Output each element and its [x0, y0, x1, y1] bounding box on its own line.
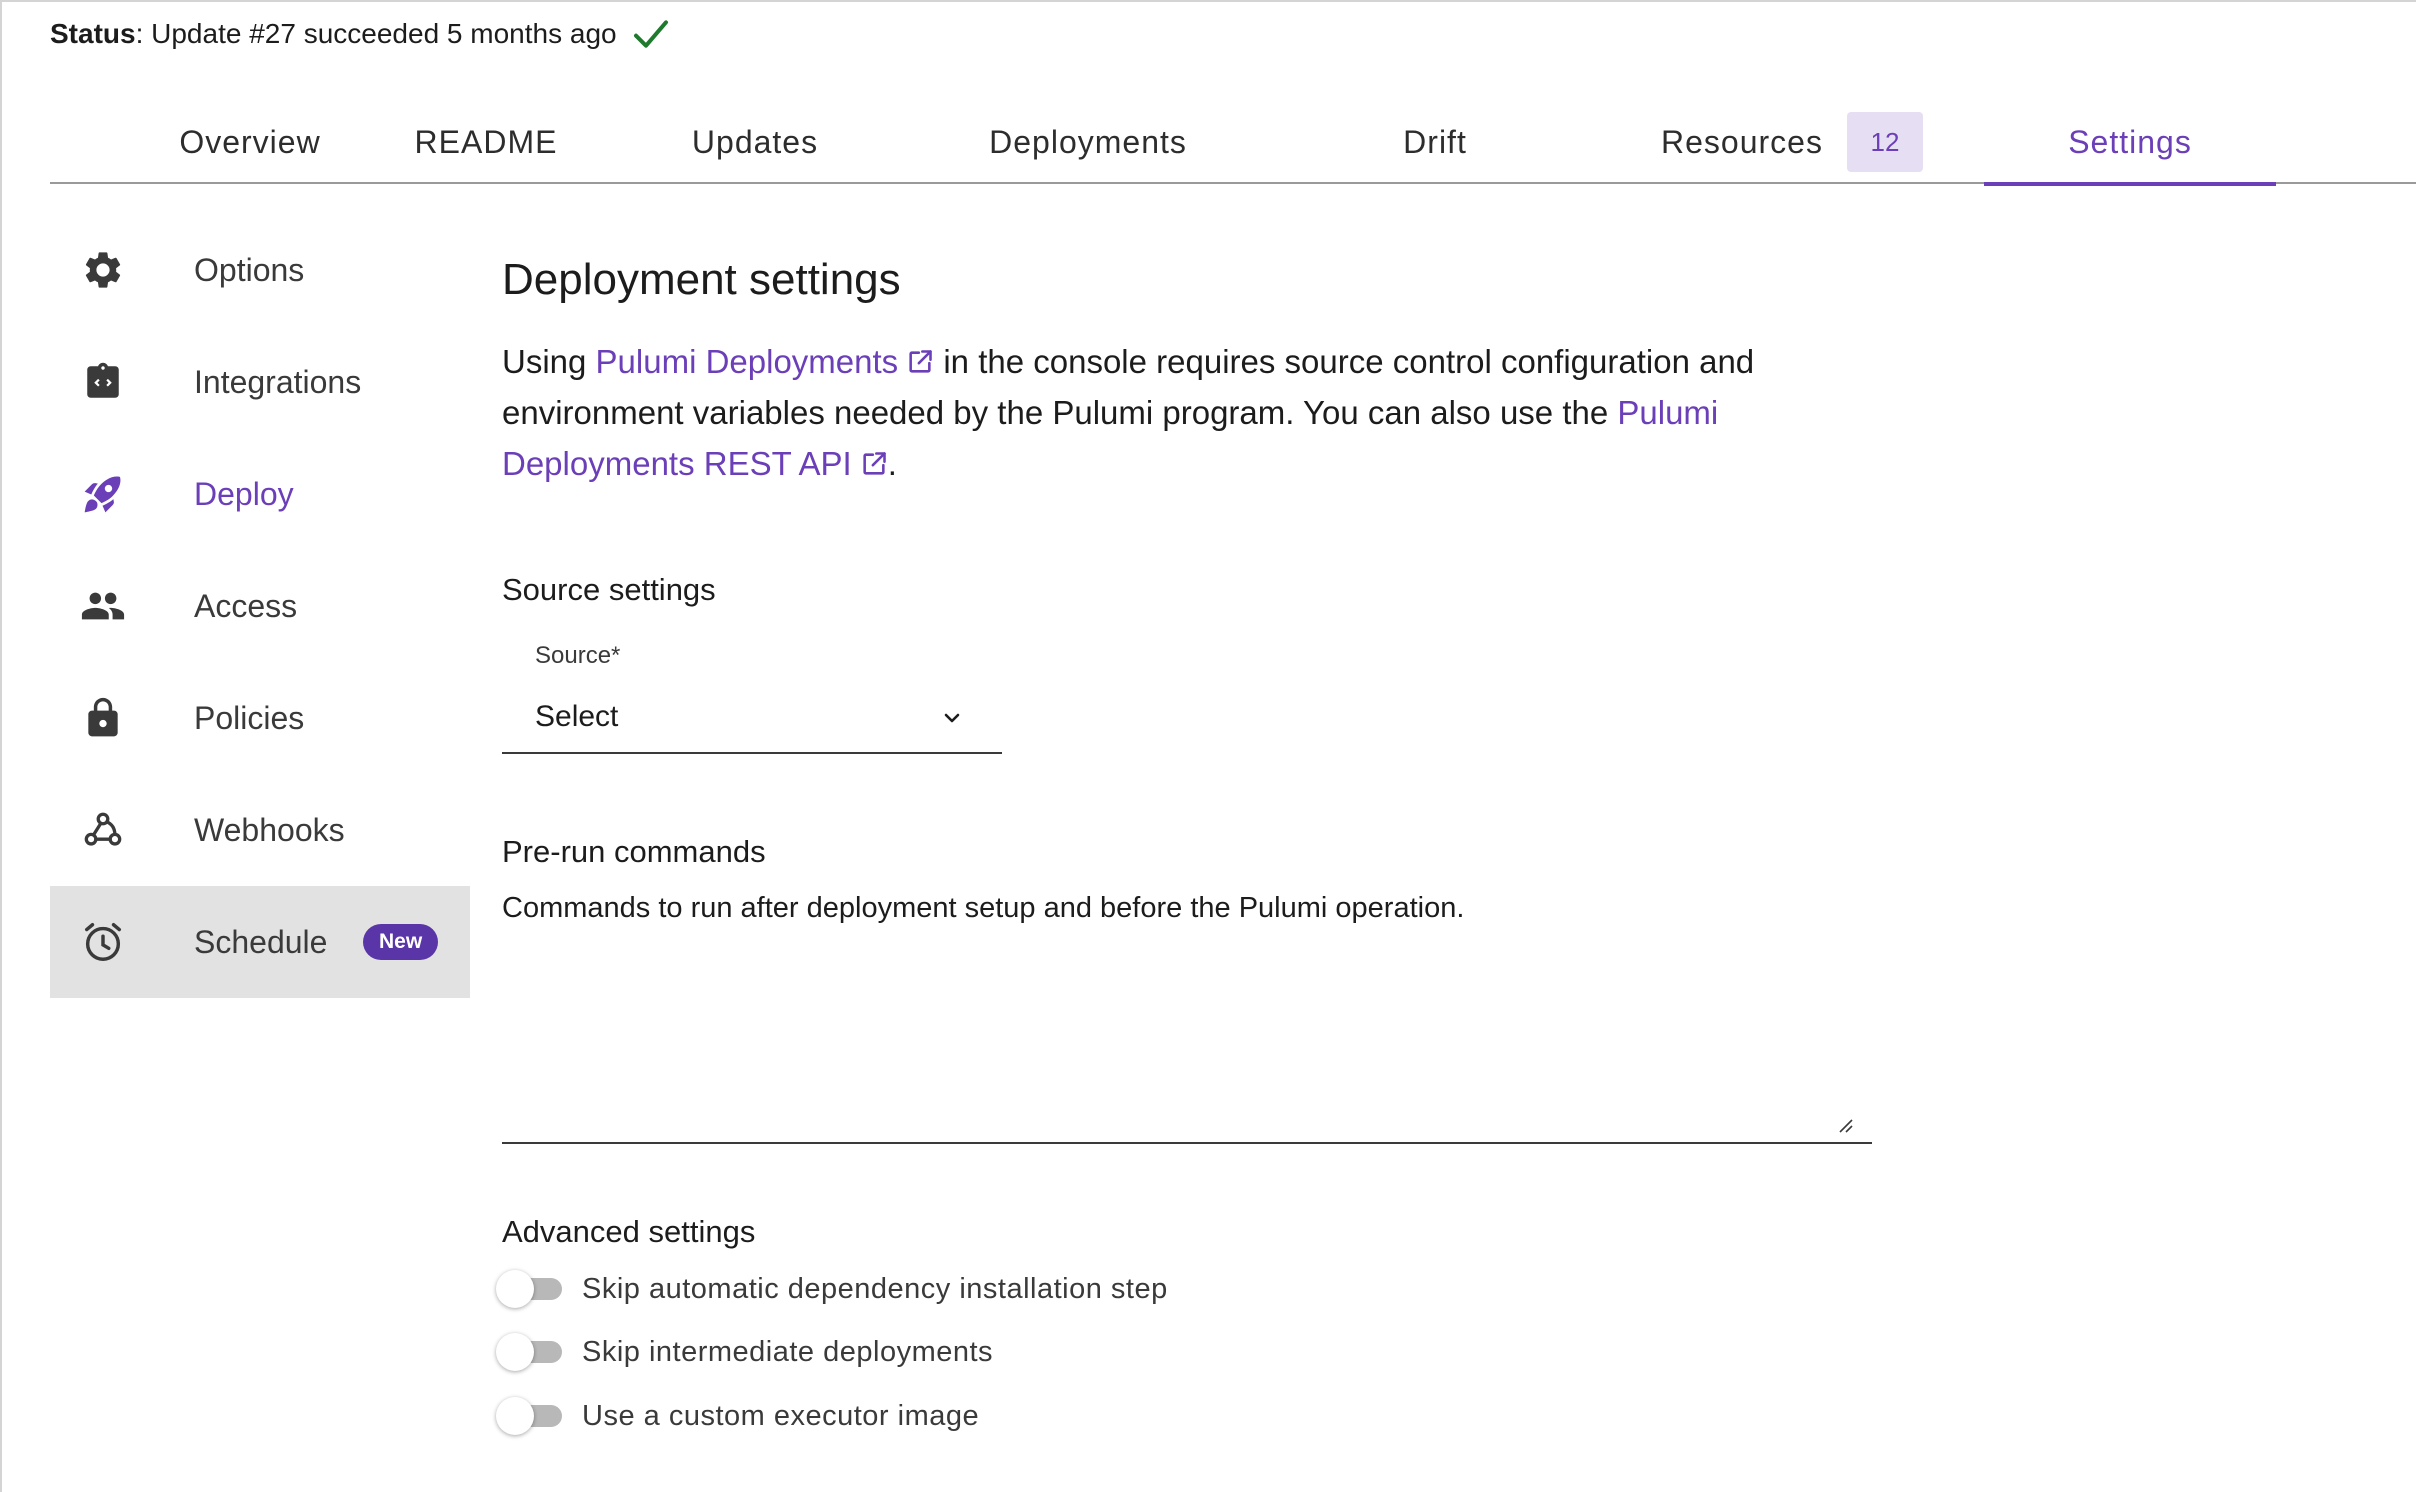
- skip-intermediate-deployments-toggle[interactable]: Skip intermediate deployments: [496, 1330, 993, 1374]
- sidebar-item-policies[interactable]: Policies: [50, 662, 470, 774]
- toggle-label: Skip automatic dependency installation s…: [582, 1272, 1168, 1305]
- intro-paragraph: Using Pulumi Deployments in the console …: [502, 336, 1902, 489]
- advanced-settings-title: Advanced settings: [502, 1214, 756, 1249]
- sidebar-item-label: Options: [194, 251, 305, 288]
- settings-sidebar: Options Integrations Deploy Access Polic…: [50, 214, 470, 998]
- status-line: Status : Update #27 succeeded 5 months a…: [50, 14, 671, 54]
- chevron-down-icon: [944, 713, 960, 723]
- source-settings-title: Source settings: [502, 572, 716, 607]
- toggle-switch[interactable]: [496, 1394, 566, 1438]
- resize-grip-icon[interactable]: [1836, 1116, 1854, 1134]
- tab-drift[interactable]: Drift: [1350, 100, 1520, 184]
- gear-icon: [80, 247, 126, 293]
- tab-label: Updates: [691, 123, 819, 160]
- tab-label: Deployments: [989, 123, 1187, 160]
- sidebar-item-label: Schedule: [194, 923, 328, 960]
- new-badge: New: [363, 924, 439, 960]
- lock-icon: [80, 695, 126, 741]
- status-text: : Update #27 succeeded 5 months ago: [135, 18, 617, 49]
- tab-readme[interactable]: README: [376, 100, 596, 184]
- webhook-icon: [80, 807, 126, 853]
- tab-label: README: [414, 123, 558, 160]
- rocket-icon: [80, 471, 126, 517]
- external-link-icon: [909, 350, 932, 373]
- sidebar-item-schedule[interactable]: Schedule New: [50, 886, 470, 998]
- people-icon: [80, 583, 126, 629]
- tab-label: Resources: [1661, 123, 1823, 160]
- toggle-label: Skip intermediate deployments: [582, 1335, 994, 1368]
- sidebar-item-label: Deploy: [194, 475, 294, 512]
- sidebar-item-label: Integrations: [194, 363, 362, 400]
- tab-label: Drift: [1403, 123, 1467, 160]
- sidebar-item-label: Policies: [194, 699, 305, 736]
- status-label: Status: [50, 18, 136, 49]
- intro-text: .: [887, 445, 897, 482]
- toggle-label: Use a custom executor image: [582, 1399, 980, 1432]
- sidebar-item-label: Webhooks: [194, 811, 345, 848]
- tab-resources[interactable]: Resources 12: [1622, 100, 1962, 184]
- sidebar-item-access[interactable]: Access: [50, 550, 470, 662]
- pulumi-deployments-link[interactable]: Pulumi Deployments: [596, 343, 935, 380]
- toggle-switch[interactable]: [496, 1330, 566, 1374]
- tab-updates[interactable]: Updates: [640, 100, 870, 184]
- check-icon: [633, 20, 668, 48]
- source-select[interactable]: Select: [502, 692, 1002, 754]
- pre-run-commands-input[interactable]: [502, 942, 1872, 1144]
- intro-text: Using: [502, 343, 596, 380]
- stack-tabs: Overview README Updates Deployments Drif…: [50, 100, 2416, 186]
- custom-executor-image-toggle[interactable]: Use a custom executor image: [496, 1394, 979, 1438]
- sidebar-item-deploy[interactable]: Deploy: [50, 438, 470, 550]
- page-frame: Status : Update #27 succeeded 5 months a…: [0, 0, 2416, 1492]
- link-label: Pulumi Deployments: [595, 343, 899, 380]
- tab-label: Overview: [179, 123, 321, 160]
- deploy-settings-panel: Deployment settings Using Pulumi Deploym…: [496, 242, 1902, 1435]
- resource-count-badge: 12: [1846, 112, 1923, 172]
- integration-icon: [80, 359, 126, 405]
- tab-settings[interactable]: Settings: [1984, 100, 2276, 186]
- page-title: Deployment settings: [502, 255, 901, 304]
- skip-dependency-install-toggle[interactable]: Skip automatic dependency installation s…: [496, 1267, 1168, 1311]
- toggle-switch[interactable]: [496, 1267, 566, 1311]
- external-link-icon: [863, 452, 886, 475]
- sidebar-item-options[interactable]: Options: [50, 214, 470, 326]
- pre-run-commands-title: Pre-run commands: [502, 834, 766, 869]
- sidebar-item-integrations[interactable]: Integrations: [50, 326, 470, 438]
- source-field-label: Source*: [535, 642, 621, 669]
- sidebar-item-webhooks[interactable]: Webhooks: [50, 774, 470, 886]
- tab-deployments[interactable]: Deployments: [928, 100, 1248, 184]
- tab-label: Settings: [2068, 123, 2192, 160]
- tab-overview[interactable]: Overview: [130, 100, 370, 184]
- alarm-clock-icon: [80, 919, 126, 965]
- sidebar-item-label: Access: [194, 587, 298, 624]
- source-select-value: Select: [535, 700, 619, 733]
- pre-run-commands-description: Commands to run after deployment setup a…: [502, 892, 1465, 924]
